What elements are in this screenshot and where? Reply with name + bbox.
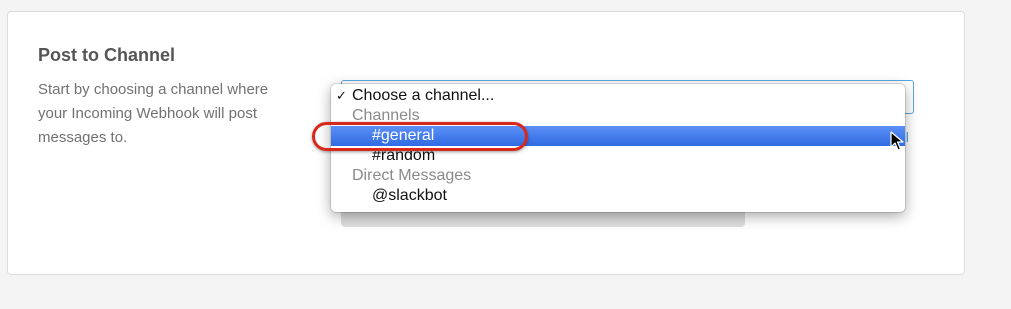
option-label: Choose a channel...: [352, 87, 495, 104]
option-placeholder[interactable]: ✓ Choose a channel...: [331, 86, 905, 106]
option-group-direct-messages: Direct Messages: [331, 166, 905, 186]
option-label: @slackbot: [372, 187, 447, 204]
option-slackbot[interactable]: @slackbot: [331, 186, 905, 206]
mouse-pointer-icon: [890, 131, 904, 151]
section-description: Start by choosing a channel where your I…: [38, 81, 269, 146]
section-title: Post to Channel: [38, 45, 176, 65]
annotation-highlight-ring: [312, 122, 528, 151]
checkmark-icon: ✓: [336, 88, 347, 103]
group-label: Direct Messages: [352, 167, 472, 184]
